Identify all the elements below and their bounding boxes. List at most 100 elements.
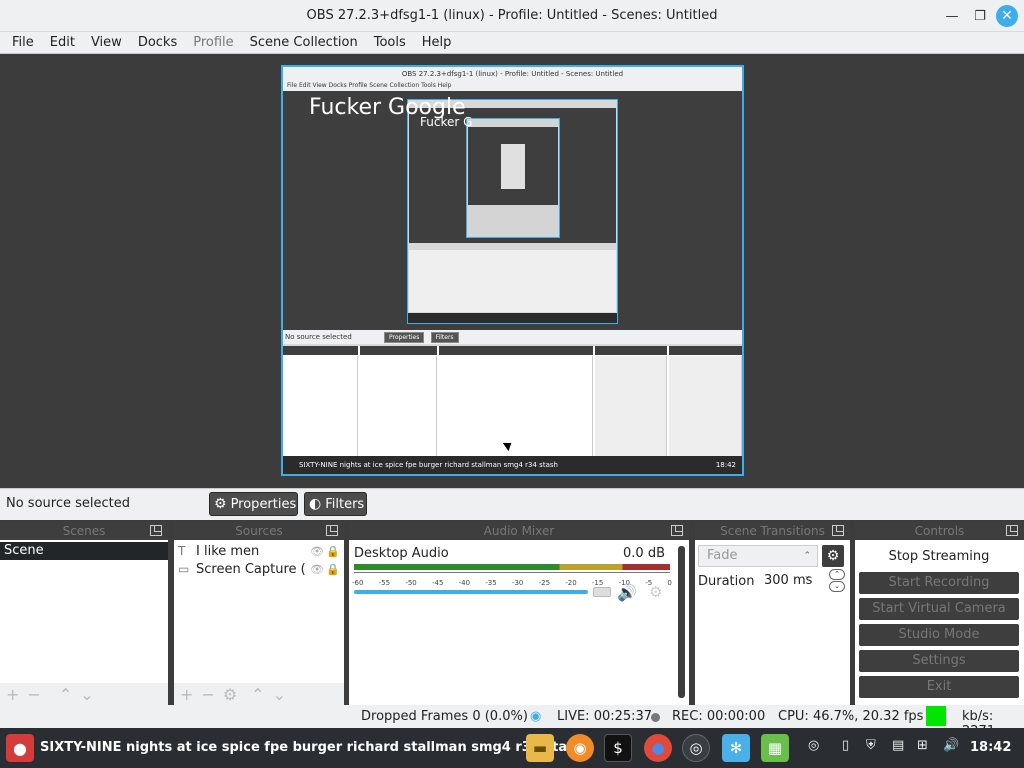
filters-button[interactable]: ◐ Filters bbox=[304, 492, 367, 516]
start-virtual-camera-button[interactable]: Start Virtual Camera bbox=[859, 598, 1019, 620]
add-source-icon[interactable]: + bbox=[180, 685, 193, 704]
controls-dock: Controls Stop Streaming Start Recording … bbox=[855, 522, 1024, 705]
meter-tick-label: 0 bbox=[667, 579, 672, 587]
lock-icon[interactable]: 🔒 bbox=[326, 545, 340, 558]
sources-dock-header: Sources bbox=[174, 522, 344, 540]
rec-time: REC: 00:00:00 bbox=[672, 709, 766, 724]
settings-button[interactable]: Settings bbox=[859, 650, 1019, 672]
remove-source-icon[interactable]: − bbox=[201, 685, 214, 704]
preview-recursive-window bbox=[407, 99, 618, 324]
close-button[interactable]: ✕ bbox=[996, 5, 1018, 27]
menu-profile[interactable]: Profile bbox=[185, 35, 241, 50]
preview-area[interactable]: OBS 27.2.3+dfsg1-1 (linux) - Profile: Un… bbox=[0, 54, 1024, 488]
speaker-icon[interactable]: 🔊 bbox=[617, 583, 637, 602]
float-dock-icon[interactable] bbox=[150, 525, 162, 536]
document-icon[interactable]: ▤ bbox=[892, 738, 904, 753]
maximize-button[interactable]: ❐ bbox=[970, 6, 990, 26]
meter-tick-label: -35 bbox=[485, 579, 497, 587]
volume-icon[interactable]: 🔊 bbox=[943, 738, 959, 753]
mixer-dock-title: Audio Mixer bbox=[483, 524, 555, 538]
text-overlay-nested: Fucker G bbox=[420, 115, 473, 129]
volume-slider[interactable] bbox=[354, 590, 588, 594]
duration-spinner[interactable]: ⌃ ⌄ bbox=[829, 569, 845, 593]
menu-bar: File Edit View Docks Profile Scene Colle… bbox=[0, 32, 1024, 54]
preview-dock-head bbox=[669, 346, 742, 355]
sources-dock-title: Sources bbox=[235, 524, 283, 538]
source-toolbar: No source selected ⚙ Properties ◐ Filter… bbox=[0, 488, 1024, 520]
obs-icon[interactable]: ◎ bbox=[682, 734, 710, 762]
mixer-channel-name: Desktop Audio bbox=[354, 546, 449, 561]
menu-help[interactable]: Help bbox=[414, 35, 460, 50]
preview-recursive-docks bbox=[409, 250, 616, 312]
transitions-dock-header: Scene Transitions bbox=[695, 522, 850, 540]
folder-icon[interactable]: ▬ bbox=[526, 734, 554, 762]
mixer-channel-level: 0.0 dB bbox=[623, 546, 665, 561]
chevron-down-icon[interactable]: ⌄ bbox=[829, 581, 845, 592]
menu-docks[interactable]: Docks bbox=[130, 35, 185, 50]
lock-icon[interactable]: 🔒 bbox=[326, 563, 340, 576]
angry-bird-app-icon[interactable]: ● bbox=[6, 734, 34, 762]
float-dock-icon[interactable] bbox=[832, 525, 844, 536]
firefox-icon[interactable]: ◉ bbox=[566, 734, 594, 762]
sources-toolbar: + − ⚙ ⌃ ⌄ bbox=[174, 683, 344, 705]
preview-nested-docks bbox=[283, 346, 742, 456]
duration-input[interactable]: 300 ms bbox=[764, 570, 829, 592]
mixer-dock-header: Audio Mixer bbox=[349, 522, 689, 540]
move-up-icon[interactable]: ⌃ bbox=[59, 685, 72, 704]
properties-button[interactable]: ⚙ Properties bbox=[209, 492, 298, 516]
shield-icon[interactable]: ⛨ bbox=[866, 738, 876, 753]
preview-dock-col bbox=[595, 356, 667, 456]
remove-scene-icon[interactable]: − bbox=[27, 685, 40, 704]
record-dot-icon bbox=[651, 713, 660, 722]
no-source-label: No source selected bbox=[6, 496, 130, 511]
transitions-dock-title: Scene Transitions bbox=[720, 524, 825, 538]
source-label: Screen Capture ( bbox=[196, 561, 306, 577]
preview-recursive-taskbar bbox=[408, 313, 617, 323]
chrome-icon[interactable]: ● bbox=[644, 734, 672, 762]
menu-scene-collection[interactable]: Scene Collection bbox=[242, 35, 366, 50]
snowflake-app-icon[interactable]: ✻ bbox=[722, 734, 750, 762]
eye-icon[interactable]: 👁 bbox=[310, 545, 324, 558]
float-dock-icon[interactable] bbox=[326, 525, 338, 536]
transition-select[interactable]: Fade ⌃ ⌄ bbox=[698, 545, 818, 581]
add-scene-icon[interactable]: + bbox=[6, 685, 19, 704]
scene-list-item[interactable]: Scene bbox=[0, 542, 168, 560]
move-down-icon[interactable]: ⌄ bbox=[273, 685, 286, 704]
chevron-up-icon[interactable]: ⌃ bbox=[829, 569, 845, 580]
volume-slider-handle[interactable] bbox=[593, 587, 611, 597]
menu-tools[interactable]: Tools bbox=[366, 35, 414, 50]
record-tray-icon[interactable]: ◎ bbox=[808, 738, 819, 753]
grid-app-icon[interactable]: ▦ bbox=[761, 734, 789, 762]
preview-dock-col bbox=[283, 356, 358, 456]
studio-mode-button[interactable]: Studio Mode bbox=[859, 624, 1019, 646]
filter-icon: ◐ bbox=[309, 496, 322, 512]
exit-button[interactable]: Exit bbox=[859, 676, 1019, 698]
menu-view[interactable]: View bbox=[83, 35, 130, 50]
start-recording-button[interactable]: Start Recording bbox=[859, 572, 1019, 594]
float-dock-icon[interactable] bbox=[1006, 525, 1018, 536]
move-down-icon[interactable]: ⌄ bbox=[80, 685, 93, 704]
clock[interactable]: 18:42 bbox=[970, 740, 1011, 755]
minimize-button[interactable]: — bbox=[942, 6, 962, 26]
preview-canvas[interactable]: OBS 27.2.3+dfsg1-1 (linux) - Profile: Un… bbox=[281, 65, 744, 476]
preview-nested-source-toolbar: No source selected Properties Filters bbox=[283, 330, 742, 344]
move-up-icon[interactable]: ⌃ bbox=[251, 685, 264, 704]
controls-dock-title: Controls bbox=[914, 524, 965, 538]
eye-icon[interactable]: 👁 bbox=[310, 563, 324, 576]
terminal-icon[interactable]: $ bbox=[604, 734, 632, 762]
gear-icon[interactable]: ⚙ bbox=[649, 583, 662, 601]
dropped-frames: Dropped Frames 0 (0.0%) bbox=[361, 709, 528, 724]
source-list-item[interactable]: ▭ Screen Capture ( 👁 🔒 bbox=[174, 560, 344, 578]
network-icon[interactable]: ⊞ bbox=[917, 738, 928, 753]
meter-tick-label: -15 bbox=[591, 579, 604, 587]
taskbar-window-title: SIXTY-NINE nights at ice spice fpe burge… bbox=[40, 740, 585, 755]
menu-edit[interactable]: Edit bbox=[42, 35, 83, 50]
source-list-item[interactable]: T I like men 👁 🔒 bbox=[174, 542, 344, 560]
menu-file[interactable]: File bbox=[4, 35, 42, 50]
stop-streaming-button[interactable]: Stop Streaming bbox=[859, 546, 1019, 568]
mixer-scrollbar[interactable] bbox=[678, 546, 685, 698]
float-dock-icon[interactable] bbox=[671, 525, 683, 536]
clipboard-icon[interactable]: ▯ bbox=[842, 738, 849, 753]
source-properties-icon[interactable]: ⚙ bbox=[223, 685, 237, 704]
transition-properties-button[interactable]: ⚙ bbox=[822, 545, 844, 567]
